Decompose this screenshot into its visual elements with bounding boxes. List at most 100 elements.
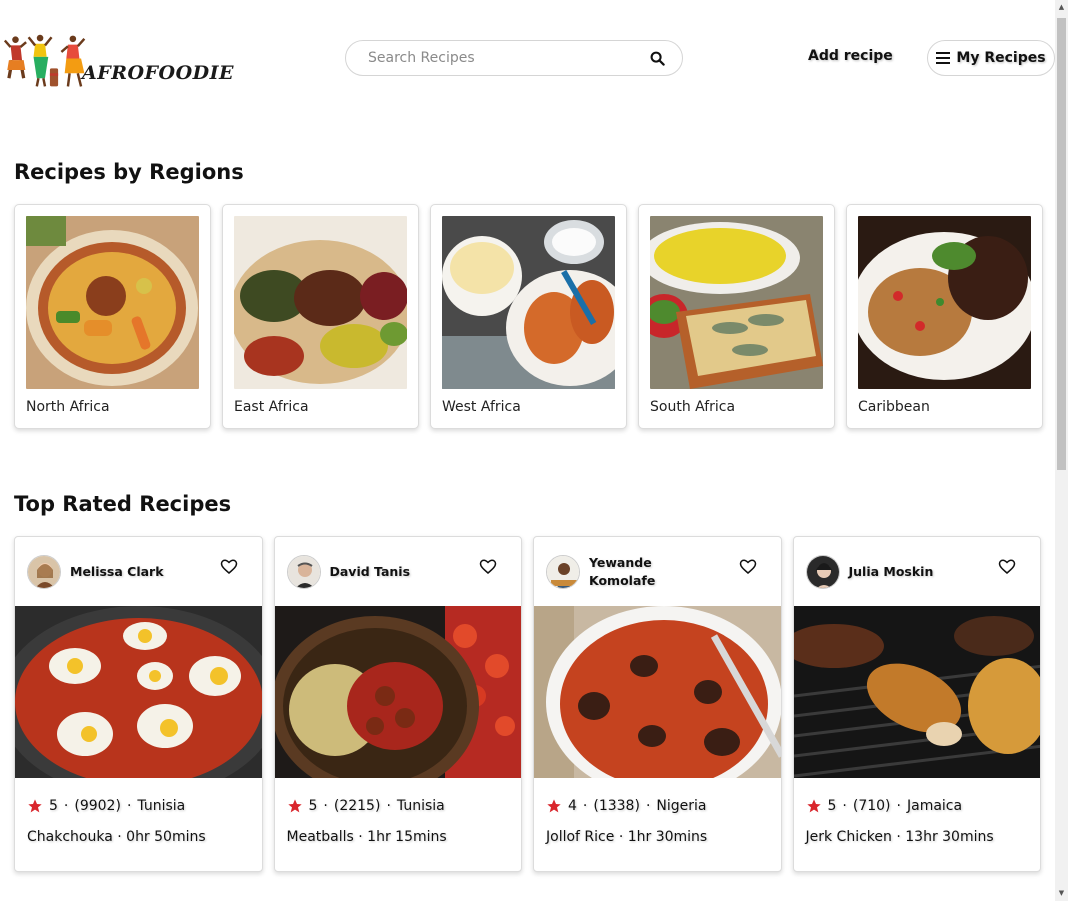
separator: · xyxy=(842,798,847,814)
recipe-image[interactable] xyxy=(534,606,781,778)
review-count: (1338) xyxy=(593,798,640,814)
recipe-name[interactable]: Meatballs xyxy=(287,829,354,845)
menu-icon xyxy=(936,52,951,64)
avatar[interactable] xyxy=(546,554,580,589)
recipe-image[interactable] xyxy=(274,606,522,778)
recipe-title-row: Jerk Chicken · 13hr 30mins xyxy=(794,829,1041,845)
separator: · xyxy=(618,829,624,845)
recipe-card[interactable]: Yewande Komolafe 4 · (1338) · Nigeria Jo… xyxy=(533,536,782,872)
heart-icon[interactable] xyxy=(998,558,1016,576)
regions-title: Recipes by Regions xyxy=(14,160,244,184)
region-image xyxy=(442,216,615,389)
region-card-caribbean[interactable]: Caribbean xyxy=(846,204,1043,429)
recipe-card-header: David Tanis xyxy=(275,537,522,606)
recipe-card-header: Julia Moskin xyxy=(794,537,1041,606)
recipe-image[interactable] xyxy=(15,606,262,778)
search-bar xyxy=(345,40,683,76)
star-icon xyxy=(806,799,821,813)
scroll-up-arrow-icon[interactable]: ▲ xyxy=(1057,3,1066,12)
recipe-country: Tunisia xyxy=(396,798,445,814)
region-card-south-africa[interactable]: South Africa xyxy=(638,204,835,429)
recipe-card-header: Melissa Clark xyxy=(15,537,262,606)
scroll-down-arrow-icon[interactable]: ▼ xyxy=(1057,889,1066,898)
region-label: Caribbean xyxy=(858,399,930,415)
recipe-card[interactable]: Melissa Clark 5 · (9902) · Tunisia Chakc… xyxy=(14,536,263,872)
star-icon xyxy=(287,799,302,813)
recipe-rating-row: 4 · (1338) · Nigeria xyxy=(534,798,781,814)
region-image xyxy=(26,216,199,389)
logo-text: AFROFOODIE xyxy=(81,62,234,84)
recipe-time: 1hr 30mins xyxy=(627,829,708,845)
separator: · xyxy=(117,829,122,845)
author-name[interactable]: Melissa Clark xyxy=(70,563,190,581)
page-scrollbar[interactable]: ▲ ▼ xyxy=(1055,0,1068,901)
avatar[interactable] xyxy=(27,554,61,589)
region-label: West Africa xyxy=(442,399,521,415)
region-card-north-africa[interactable]: North Africa xyxy=(14,204,211,429)
recipe-rating-row: 5 · (9902) · Tunisia xyxy=(15,798,262,814)
review-count: (2215) xyxy=(333,798,381,814)
separator: · xyxy=(126,798,132,814)
recipe-rating-row: 5 · (710) · Jamaica xyxy=(794,798,1041,814)
recipe-card[interactable]: David Tanis 5 · (2215) · Tunisia Meatballs… xyxy=(273,536,522,872)
recipe-name[interactable]: Jollof Rice xyxy=(546,829,614,845)
separator: · xyxy=(582,798,588,814)
rating-value: 5 xyxy=(827,798,837,814)
region-image xyxy=(858,216,1031,389)
region-label: East Africa xyxy=(234,399,309,415)
site-logo[interactable]: AFROFOODIE xyxy=(4,24,234,96)
recipe-time: 0hr 50mins xyxy=(126,829,206,845)
region-card-east-africa[interactable]: East Africa xyxy=(222,204,419,429)
rating-value: 5 xyxy=(308,798,318,814)
add-recipe-link[interactable]: Add recipe xyxy=(808,48,893,64)
region-image xyxy=(234,216,407,389)
separator: · xyxy=(645,798,651,814)
review-count: (710) xyxy=(852,798,891,814)
separator: · xyxy=(63,798,69,814)
recipe-country: Nigeria xyxy=(656,798,707,814)
author-name[interactable]: Yewande Komolafe xyxy=(589,554,709,590)
search-icon[interactable] xyxy=(648,49,666,67)
recipe-time: 1hr 15mins xyxy=(367,829,447,845)
region-label: North Africa xyxy=(26,399,110,415)
rating-value: 4 xyxy=(568,798,577,814)
separator: · xyxy=(896,798,901,814)
heart-icon[interactable] xyxy=(739,558,757,576)
author-name[interactable]: Julia Moskin xyxy=(849,563,969,581)
separator: · xyxy=(896,829,901,845)
top-rated-title: Top Rated Recipes xyxy=(14,492,232,516)
region-card-west-africa[interactable]: West Africa xyxy=(430,204,627,429)
recipe-image[interactable] xyxy=(793,606,1041,778)
regions-list: North Africa East Africa West Africa Sou… xyxy=(14,204,1043,429)
recipe-title-row: Meatballs · 1hr 15mins xyxy=(275,829,522,845)
avatar[interactable] xyxy=(286,554,321,589)
recipe-rating-row: 5 · (2215) · Tunisia xyxy=(275,798,522,814)
region-image xyxy=(650,216,823,389)
my-recipes-label: My Recipes xyxy=(956,50,1046,66)
heart-icon[interactable] xyxy=(479,558,497,576)
separator: · xyxy=(358,829,363,845)
recipe-name[interactable]: Chakchouka xyxy=(27,829,113,845)
review-count: (9902) xyxy=(74,798,121,814)
star-icon xyxy=(28,799,42,813)
separator: · xyxy=(386,798,391,814)
recipe-card-header: Yewande Komolafe xyxy=(534,537,781,606)
scroll-thumb[interactable] xyxy=(1057,18,1066,470)
dancers-logo-icon xyxy=(4,34,86,87)
recipe-time: 13hr 30mins xyxy=(905,829,994,845)
my-recipes-button[interactable]: My Recipes xyxy=(927,40,1055,76)
author-name[interactable]: David Tanis xyxy=(330,563,450,581)
site-header: AFROFOODIE Add recipe My Recipes xyxy=(0,0,1055,110)
recipe-country: Jamaica xyxy=(906,798,963,814)
avatar[interactable] xyxy=(805,554,840,589)
recipe-title-row: Chakchouka · 0hr 50mins xyxy=(15,829,262,845)
top-rated-list: Melissa Clark 5 · (9902) · Tunisia Chakc… xyxy=(14,536,1041,872)
rating-value: 5 xyxy=(49,798,58,814)
recipe-title-row: Jollof Rice · 1hr 30mins xyxy=(534,829,781,845)
separator: · xyxy=(323,798,328,814)
recipe-card[interactable]: Julia Moskin 5 · (710) · Jamaica Jerk Ch… xyxy=(792,536,1041,872)
recipe-name[interactable]: Jerk Chicken xyxy=(806,829,892,845)
heart-icon[interactable] xyxy=(220,558,238,576)
region-label: South Africa xyxy=(650,399,736,415)
search-input[interactable] xyxy=(368,50,648,66)
